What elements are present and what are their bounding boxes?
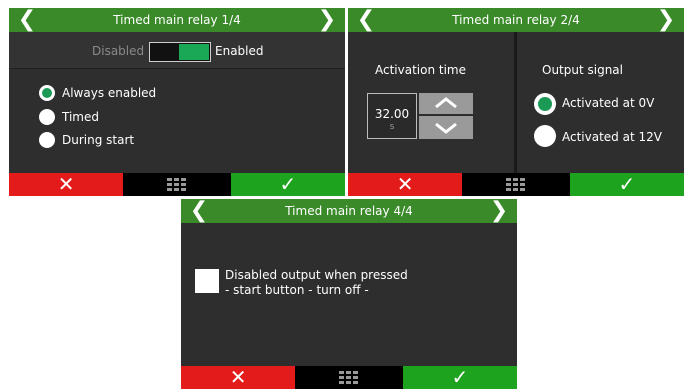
chevron-right-icon[interactable]: ❯: [315, 8, 339, 32]
close-icon: ✕: [57, 172, 75, 196]
panel-relay-4: Timed main relay 4/4 ❮ ❯ Disabled output…: [181, 199, 517, 389]
chevron-left-icon[interactable]: ❮: [15, 8, 39, 32]
chevron-right-icon[interactable]: ❯: [654, 8, 678, 32]
activation-unit: s: [389, 122, 395, 132]
confirm-button[interactable]: ✓: [569, 172, 684, 196]
panel1-title-bar: Timed main relay 1/4: [9, 8, 345, 32]
decrement-button[interactable]: [419, 116, 473, 139]
checkbox-label-line2: - start button - turn off -: [225, 283, 369, 297]
toggle-off-label: Disabled: [92, 44, 145, 58]
cancel-button[interactable]: ✕: [9, 172, 124, 196]
panel-relay-2: Timed main relay 2/4 ❮ ❯ Activation time…: [348, 8, 684, 196]
output-signal-heading: Output signal: [542, 63, 623, 77]
option-label-activated-0v: Activated at 0V: [562, 96, 655, 110]
close-icon: ✕: [396, 172, 414, 196]
activation-value: 32.00: [374, 107, 410, 121]
option-label-always-enabled: Always enabled: [62, 86, 157, 100]
check-icon: ✓: [618, 172, 636, 196]
chevron-left-icon[interactable]: ❮: [187, 199, 211, 223]
cancel-button[interactable]: ✕: [181, 365, 296, 389]
panel1-title: Timed main relay 1/4: [113, 13, 241, 27]
disabled-output-checkbox[interactable]: [195, 269, 219, 293]
activation-value-box[interactable]: 32.00 s: [367, 93, 417, 139]
cancel-button[interactable]: ✕: [348, 172, 463, 196]
panel3-bottom-bar: ✕ ✓: [181, 366, 517, 389]
panel1-bottom-bar: ✕ ✓: [9, 173, 345, 196]
panel-relay-1: Timed main relay 1/4 ❮ ❯ Disabled Enable…: [9, 8, 345, 196]
check-icon: ✓: [279, 172, 297, 196]
panel3-title-bar: Timed main relay 4/4: [181, 199, 517, 223]
radio-always-enabled[interactable]: [39, 85, 55, 101]
option-label-activated-12v: Activated at 12V: [562, 130, 662, 144]
chevron-right-icon[interactable]: ❯: [487, 199, 511, 223]
activation-time-heading: Activation time: [375, 63, 467, 77]
toggle-row: Disabled Enabled: [9, 32, 345, 69]
chevron-left-icon[interactable]: ❮: [354, 8, 378, 32]
radio-during-start[interactable]: [39, 132, 55, 148]
option-label-timed: Timed: [62, 110, 99, 124]
radio-activated-12v[interactable]: [534, 125, 556, 147]
toggle-knob: [179, 44, 209, 60]
panel2-bottom-bar: ✕ ✓: [348, 173, 684, 196]
panel2-title: Timed main relay 2/4: [452, 13, 580, 27]
panel2-title-bar: Timed main relay 2/4: [348, 8, 684, 32]
option-label-during-start: During start: [62, 133, 135, 147]
close-icon: ✕: [229, 365, 247, 389]
grid-icon[interactable]: [339, 371, 359, 385]
panel2-divider: [514, 32, 517, 173]
toggle-on-label: Enabled: [215, 44, 264, 58]
radio-timed[interactable]: [39, 109, 55, 125]
chevron-up-icon: [435, 97, 457, 109]
panel3-title: Timed main relay 4/4: [285, 204, 413, 218]
checkbox-label-line1: Disabled output when pressed: [225, 268, 408, 282]
chevron-down-icon: [435, 122, 457, 134]
confirm-button[interactable]: ✓: [402, 365, 517, 389]
grid-icon[interactable]: [167, 178, 187, 192]
confirm-button[interactable]: ✓: [230, 172, 345, 196]
grid-icon[interactable]: [506, 178, 526, 192]
check-icon: ✓: [451, 365, 469, 389]
increment-button[interactable]: [419, 93, 473, 114]
radio-activated-0v[interactable]: [534, 93, 556, 115]
enable-toggle[interactable]: [149, 42, 211, 62]
